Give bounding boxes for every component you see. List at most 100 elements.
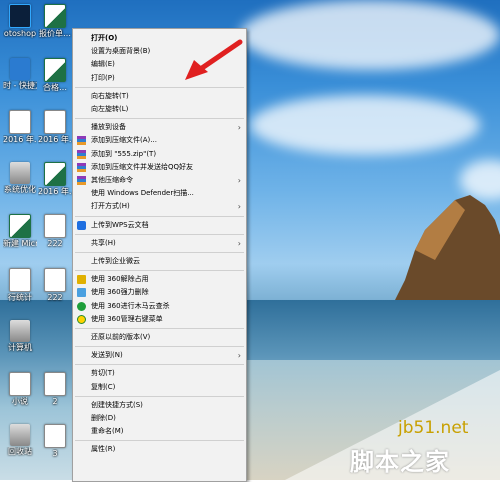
submenu-arrow-icon: › [237,123,241,133]
menu-item[interactable]: 重命名(M) [73,425,246,438]
menu-item-label: 还原以前的版本(V) [91,333,151,341]
desktop-icon[interactable]: 222 [38,268,72,303]
menu-item[interactable]: 删除(D) [73,412,246,425]
menu-item[interactable]: 添加到压缩文件(A)... [73,134,246,147]
menu-item[interactable]: 共享(H) › [73,237,246,250]
menu-item-label: 播放到设备 [91,123,126,132]
desktop-icon[interactable]: 行统计 [3,268,37,303]
menu-item[interactable]: 剪切(T) [73,367,246,380]
submenu-arrow-icon: › [237,176,241,185]
cloud [250,95,480,155]
desktop-icon[interactable]: 回收站 [3,424,37,457]
menu-separator [75,270,244,272]
menu-item[interactable]: 使用 Windows Defender扫描... [73,187,246,200]
desktop-icon[interactable]: 计算机 [3,320,37,353]
file-icon [9,110,31,134]
menu-separator [75,118,244,120]
menu-item[interactable]: 其他压缩命令 › [73,174,246,187]
menu-item-label: 打印(P) [91,73,115,82]
menu-separator [75,328,244,329]
desktop-icon-label: otoshop [3,29,37,38]
desktop-icon[interactable]: 2016 年… [38,110,72,145]
file-icon [44,162,66,186]
file-icon [44,372,66,396]
desktop-icon-label: 222 [47,293,63,302]
menu-item[interactable]: 发送到(N) › [73,349,246,362]
menu-item-label: 添加到压缩文件(A)... [91,136,157,145]
menu-item[interactable]: 向左旋转(L) [73,103,246,116]
menu-item-label: 打开方式(H) [91,202,130,211]
menu-separator [75,364,244,366]
menu-item[interactable]: 还原以前的版本(V) [73,331,246,344]
menu-item-label: 打开(O) [91,34,118,42]
desktop-icon[interactable]: 3 [38,424,72,459]
menu-item[interactable]: 上传到企业微云 [73,255,246,268]
desktop-icon-label: 回收站 [8,447,32,456]
yel-icon [77,314,86,324]
menu-item[interactable]: 使用 360管理右键菜单 [73,313,246,326]
menu-item[interactable]: 使用 360强力删除 [73,286,246,299]
menu-item[interactable]: 添加到压缩文件并发送给QQ好友 [73,161,246,174]
menu-item-label: 向左旋转(L) [91,105,129,113]
menu-item[interactable]: 播放到设备 › [73,121,246,134]
desktop-icon[interactable]: 合格… [38,58,72,93]
file-icon [9,372,31,396]
desktop-icon[interactable]: 2016 年… [38,162,72,197]
menu-item-label: 其他压缩命令 [91,176,133,184]
desktop-icon[interactable]: 小说 [3,372,37,407]
file-icon [44,58,66,82]
menu-item[interactable]: 创建快捷方式(S) [73,399,246,412]
menu-item[interactable]: 添加到 "555.zip"(T) [73,148,246,161]
desktop-icon[interactable]: 新建 Microsoft… [3,214,37,249]
menu-item-label: 发送到(N) [91,351,123,360]
desktop-icon[interactable]: 时 - 快捷方式 [3,58,37,91]
watermark-name: 脚本之家 [350,448,450,476]
del-icon [77,288,86,298]
menu-item-label: 编辑(E) [91,60,115,69]
menu-item-label: 添加到压缩文件并发送给QQ好友 [91,162,194,171]
menu-item-label: 使用 360管理右键菜单 [91,314,163,323]
submenu-arrow-icon: › [237,351,241,361]
file-icon [9,214,31,238]
menu-item-label: 添加到 "555.zip"(T) [91,149,157,158]
context-menu: 打开(O) 设置为桌面背景(B) 编辑(E) 打印(P) 向右旋转(T) 向左旋转(L) 播… [72,28,247,482]
menu-item[interactable]: 上传到WPS云文档 [73,219,246,232]
rar-icon [77,136,86,146]
desktop-icon-label: 新建 Microsoft… [3,239,37,248]
desktop-icon-label: 2016 年… [38,135,72,144]
menu-item[interactable]: 属性(R) [73,443,246,456]
menu-item[interactable]: 复制(C) [73,381,246,394]
menu-separator [75,86,244,88]
desktop-icon-label: 小说 [12,397,28,406]
desktop-icon[interactable]: otoshop [3,4,37,39]
menu-item[interactable]: 使用 360解除占用 [73,273,246,286]
unlock-icon [77,275,86,285]
desktop-icon-label: 报价单… [39,29,71,38]
file-icon [44,424,66,448]
desktop-icon[interactable]: 报价单… [38,4,72,39]
file-icon [9,268,31,292]
desktop-icon-label: 2016 年… [38,187,72,196]
file-icon [10,424,30,446]
file-icon [44,268,66,292]
desktop-icon[interactable]: 系统优化 [3,162,37,195]
desktop-icon[interactable]: 2016 年… [3,110,37,145]
menu-item[interactable]: 打开方式(H) › [73,200,246,213]
file-icon [9,4,31,28]
menu-item-label: 使用 360强力删除 [91,288,149,297]
menu-item-label: 共享(H) [91,238,116,247]
file-icon [10,162,30,184]
desktop-icon-label: 时 - 快捷方式 [3,81,37,90]
desktop-icon-label: 合格… [43,83,67,92]
desktop-icons: otoshop报价单…时 - 快捷方式合格…2016 年…2016 年…系统优化… [0,0,72,480]
desktop-icon-label: 计算机 [8,343,32,352]
file-icon [44,4,66,28]
menu-separator [75,252,244,253]
menu-item[interactable]: 向右旋转(T) [73,90,246,103]
desktop-icon[interactable]: 222 [38,214,72,249]
file-icon [44,214,66,238]
submenu-arrow-icon: › [237,202,241,212]
desktop-icon[interactable]: 2 [38,372,72,407]
menu-item[interactable]: 使用 360进行木马云查杀 [73,300,246,313]
menu-separator [75,395,244,397]
